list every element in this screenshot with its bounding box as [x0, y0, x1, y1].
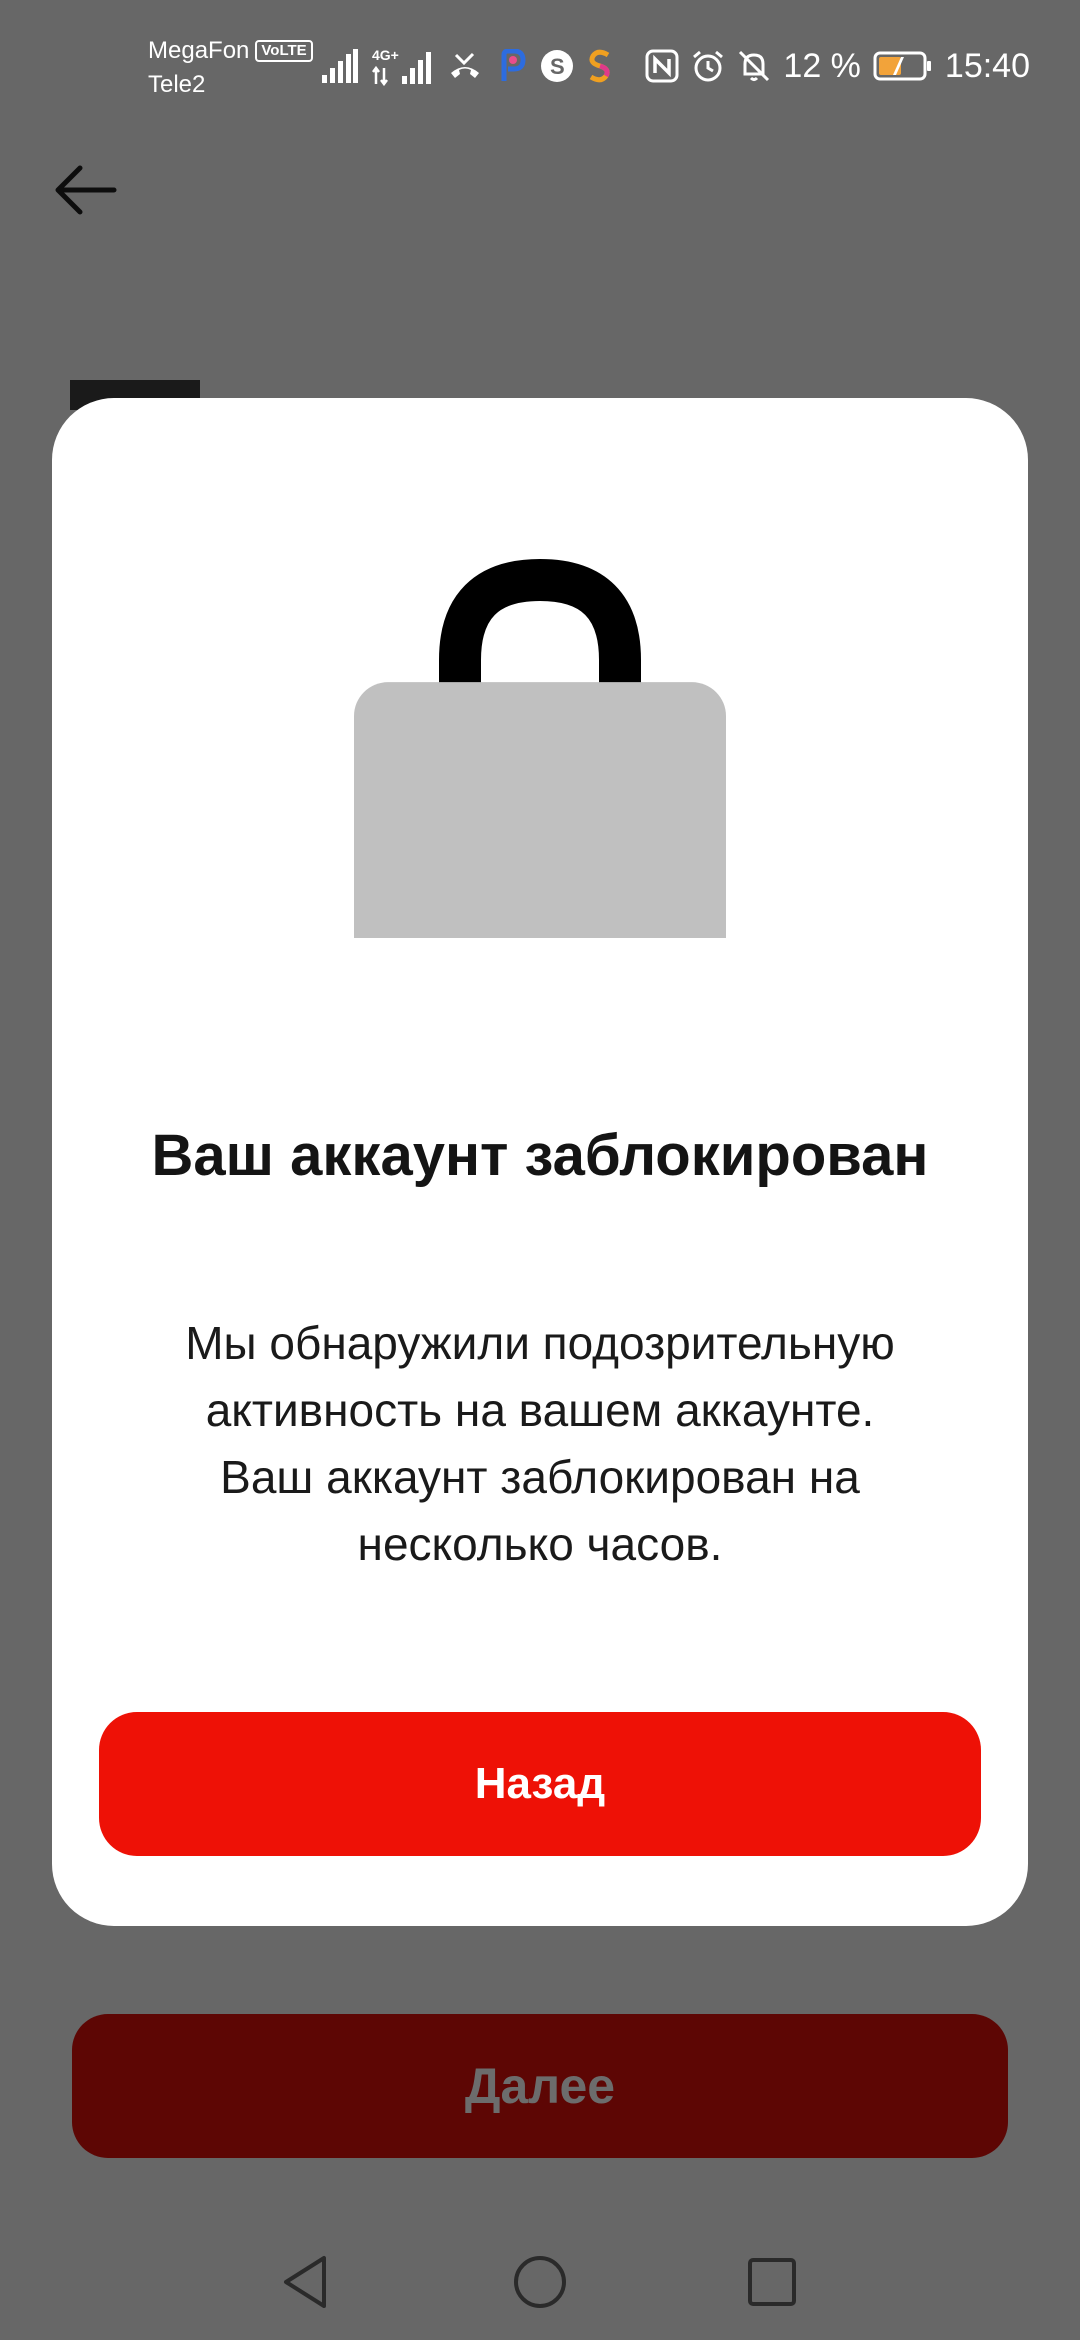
status-icons-left: 4G+ S — [322, 44, 612, 88]
carrier-secondary: Tele2 — [148, 71, 206, 98]
alarm-icon — [691, 49, 725, 83]
screen: MegaFon VoLTE Tele2 4G+ S 12 % 15:40 Дал… — [0, 0, 1080, 2340]
back-triangle-icon[interactable] — [278, 2252, 338, 2312]
clock: 15:40 — [944, 47, 1030, 85]
account-blocked-dialog: Ваш аккаунт заблокирован Мы обнаружили п… — [52, 398, 1028, 1926]
p-app-icon — [496, 49, 526, 83]
recents-square-icon[interactable] — [742, 2252, 802, 2312]
svg-text:S: S — [550, 54, 565, 79]
missed-call-icon — [448, 51, 482, 81]
battery-icon — [873, 51, 933, 81]
signal-bars-icon — [322, 49, 358, 83]
back-button[interactable]: Назад — [99, 1712, 981, 1856]
back-arrow-icon[interactable] — [52, 160, 122, 220]
dialog-message: Мы обнаружили подозрительную активность … — [185, 1317, 895, 1570]
next-button[interactable]: Далее — [72, 2014, 1008, 2158]
status-bar: MegaFon VoLTE Tele2 4G+ S 12 % 15:40 — [0, 0, 1080, 120]
bell-off-icon — [737, 49, 771, 83]
lock-icon — [354, 518, 726, 986]
navigation-bar — [0, 2230, 1080, 2340]
volte-badge: VoLTE — [255, 40, 313, 62]
home-circle-icon[interactable] — [510, 2252, 570, 2312]
s-colored-app-icon — [588, 49, 612, 83]
nfc-icon — [645, 49, 679, 83]
carrier-info: MegaFon VoLTE Tele2 — [148, 34, 313, 102]
status-icons-right: 12 % 15:40 — [645, 44, 1030, 88]
battery-percent: 12 % — [783, 47, 861, 85]
network-label: 4G+ — [372, 47, 399, 63]
carrier-primary: MegaFon — [148, 37, 250, 64]
4g-signal-icon: 4G+ — [372, 46, 434, 86]
s-app-icon: S — [540, 49, 574, 83]
dialog-title: Ваш аккаунт заблокирован — [151, 1123, 929, 1188]
